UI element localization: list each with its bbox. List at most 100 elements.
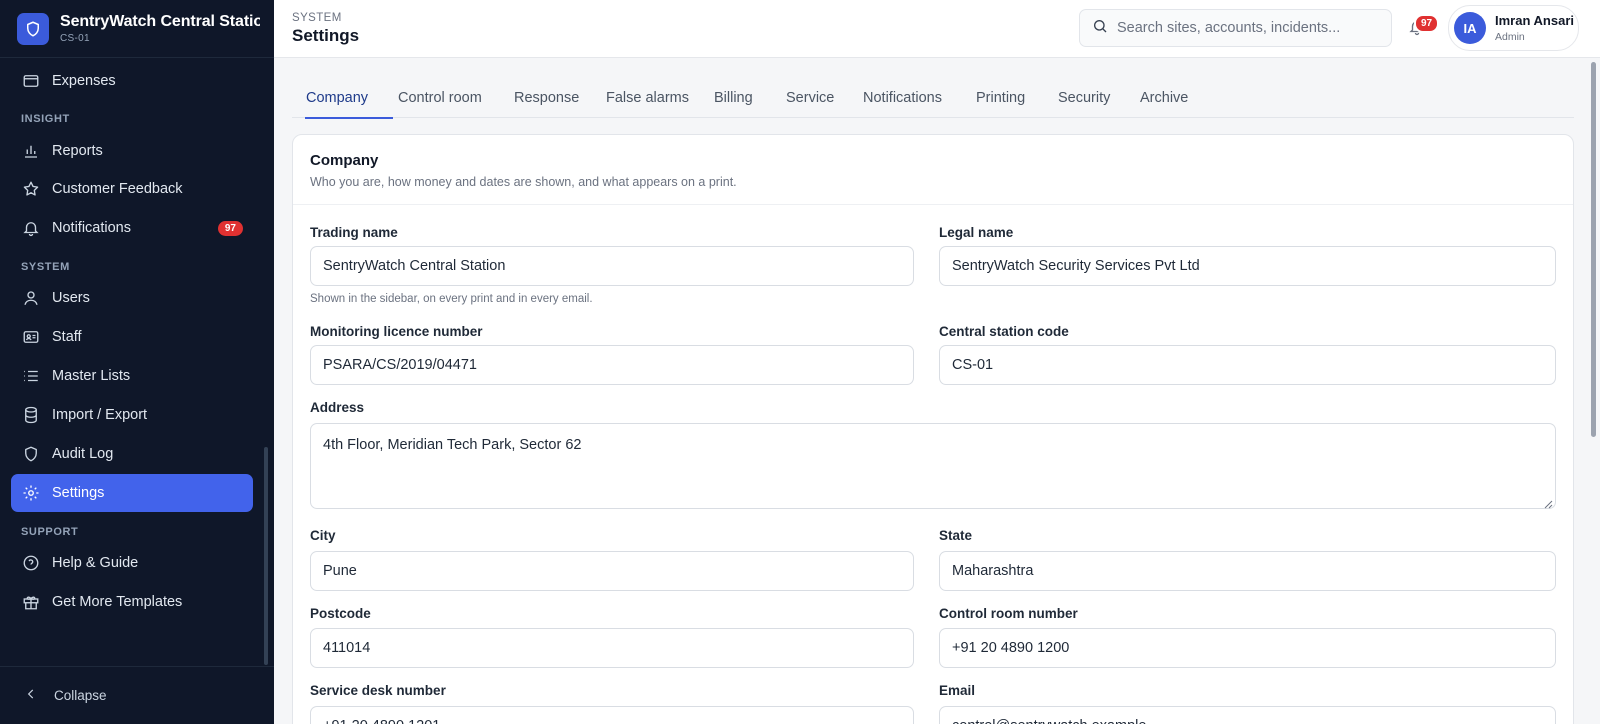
database-icon xyxy=(21,405,41,425)
sidebar-item-reports[interactable]: Reports xyxy=(11,132,253,170)
state-label: State xyxy=(939,528,973,543)
brand-subtitle: CS-01 xyxy=(60,33,90,44)
gear-icon xyxy=(21,483,41,503)
card-title: Company xyxy=(310,152,379,169)
user-role: Admin xyxy=(1495,31,1525,43)
sidebar-item-customer-feedback[interactable]: Customer Feedback xyxy=(11,170,253,208)
company-settings-card: Company Who you are, how money and dates… xyxy=(292,134,1574,724)
email-label: Email xyxy=(939,683,976,698)
sidebar-item-label: Reports xyxy=(52,143,103,159)
user-menu[interactable]: IA Imran Ansari Admin xyxy=(1448,5,1579,51)
address-label: Address xyxy=(310,400,365,415)
gift-icon xyxy=(21,592,41,612)
collapse-button[interactable]: Collapse xyxy=(0,666,274,724)
tab-company[interactable]: Company xyxy=(305,82,393,119)
state-field[interactable]: Maharashtra xyxy=(939,551,1556,591)
sidebar-item-users[interactable]: Users xyxy=(11,279,253,317)
control-room-number-field[interactable]: +91 20 4890 1200 xyxy=(939,628,1556,668)
tab-service[interactable]: Service xyxy=(786,82,834,118)
control-room-number-label: Control room number xyxy=(939,606,1078,621)
sidebar-item-audit-log[interactable]: Audit Log xyxy=(11,435,253,473)
city-label: City xyxy=(310,528,336,543)
postcode-field[interactable]: 411014 xyxy=(310,628,914,668)
user-icon xyxy=(21,288,41,308)
sidebar-item-help-guide[interactable]: Help & Guide xyxy=(11,544,253,582)
brand-title: SentryWatch Central Station xyxy=(60,13,260,30)
help-circle-icon xyxy=(21,553,41,573)
sidebar-item-label: Master Lists xyxy=(52,368,131,384)
notifications-badge: 97 xyxy=(217,220,243,236)
brand: SentryWatch Central Station CS-01 xyxy=(0,0,274,58)
list-icon xyxy=(21,366,41,386)
tab-security[interactable]: Security xyxy=(1058,82,1110,118)
tab-control-room[interactable]: Control room xyxy=(398,82,482,118)
sidebar-item-label: Notifications xyxy=(52,220,131,236)
licence-number-field[interactable]: PSARA/CS/2019/04471 xyxy=(310,345,914,385)
wallet-icon xyxy=(21,71,41,91)
service-desk-number-field[interactable]: +91 20 4890 1201 xyxy=(310,706,914,724)
sidebar-item-label: Get More Templates xyxy=(52,594,183,610)
collapse-label: Collapse xyxy=(54,688,107,703)
trading-name-label: Trading name xyxy=(310,225,398,240)
active-tab-indicator xyxy=(305,117,393,119)
search-input[interactable] xyxy=(1117,20,1387,36)
search-icon xyxy=(1092,18,1108,39)
trading-name-help: Shown in the sidebar, on every print and… xyxy=(310,293,593,305)
chevron-left-icon xyxy=(24,687,38,704)
sidebar-item-master-lists[interactable]: Master Lists xyxy=(11,357,253,395)
shield-icon xyxy=(21,444,41,464)
sidebar-item-label: Audit Log xyxy=(52,446,114,462)
station-code-label: Central station code xyxy=(939,324,1069,339)
sidebar-item-label: Staff xyxy=(52,329,82,345)
legal-name-label: Legal name xyxy=(939,225,1014,240)
tab-archive[interactable]: Archive xyxy=(1140,82,1188,118)
card-subtitle: Who you are, how money and dates are sho… xyxy=(310,175,737,189)
user-name: Imran Ansari xyxy=(1495,13,1574,28)
station-code-field[interactable]: CS-01 xyxy=(939,345,1556,385)
tab-printing[interactable]: Printing xyxy=(976,82,1025,118)
sidebar-item-label: Expenses xyxy=(52,73,116,89)
sidebar-item-label: Customer Feedback xyxy=(52,181,183,197)
sidebar-item-import-export[interactable]: Import / Export xyxy=(11,396,253,434)
topbar: SYSTEM Settings 97 IA Imran Ansari Admin xyxy=(274,0,1600,58)
sidebar-item-notifications[interactable]: Notifications 97 xyxy=(11,209,253,247)
address-textarea[interactable]: 4th Floor, Meridian Tech Park, Sector 62 xyxy=(310,423,1556,509)
sidebar-item-label: Import / Export xyxy=(52,407,148,423)
sidebar-item-expenses[interactable]: Expenses xyxy=(11,62,253,100)
licence-number-label: Monitoring licence number xyxy=(310,324,483,339)
service-desk-number-label: Service desk number xyxy=(310,683,446,698)
sidebar-scrollbar[interactable] xyxy=(264,447,268,665)
tab-false-alarms[interactable]: False alarms xyxy=(606,82,689,118)
section-support: SUPPORT xyxy=(21,526,79,538)
bar-chart-icon xyxy=(21,141,41,161)
resize-handle-icon[interactable] xyxy=(1544,497,1553,509)
sidebar: SentryWatch Central Station CS-01 Expens… xyxy=(0,0,274,724)
sidebar-item-label: Users xyxy=(52,290,90,306)
avatar: IA xyxy=(1454,12,1486,44)
search-box xyxy=(1079,9,1392,47)
tab-billing[interactable]: Billing xyxy=(714,82,753,118)
sidebar-item-settings[interactable]: Settings xyxy=(11,474,253,512)
main-scrollbar[interactable] xyxy=(1591,62,1596,437)
sidebar-item-staff[interactable]: Staff xyxy=(11,318,253,356)
postcode-label: Postcode xyxy=(310,606,371,621)
tab-response[interactable]: Response xyxy=(514,82,579,118)
sidebar-item-get-more-templates[interactable]: Get More Templates xyxy=(11,583,253,621)
city-field[interactable]: Pune xyxy=(310,551,914,591)
id-card-icon xyxy=(21,327,41,347)
section-insight: INSIGHT xyxy=(21,113,70,125)
notification-count-badge: 97 xyxy=(1414,14,1440,33)
tab-notifications[interactable]: Notifications xyxy=(863,82,942,118)
legal-name-field[interactable]: SentryWatch Security Services Pvt Ltd xyxy=(939,246,1556,286)
section-system: SYSTEM xyxy=(21,261,70,273)
shield-logo-icon xyxy=(17,12,49,45)
settings-tabs: Company Control room Response False alar… xyxy=(292,82,1574,119)
bell-icon xyxy=(21,218,41,238)
sidebar-item-label: Help & Guide xyxy=(52,555,139,571)
star-icon xyxy=(21,179,41,199)
breadcrumb: SYSTEM xyxy=(292,12,342,24)
trading-name-field[interactable]: SentryWatch Central Station xyxy=(310,246,914,286)
email-field[interactable]: control@sentrywatch.example xyxy=(939,706,1556,724)
page-title: Settings xyxy=(292,26,360,45)
sidebar-item-label: Settings xyxy=(52,485,105,501)
